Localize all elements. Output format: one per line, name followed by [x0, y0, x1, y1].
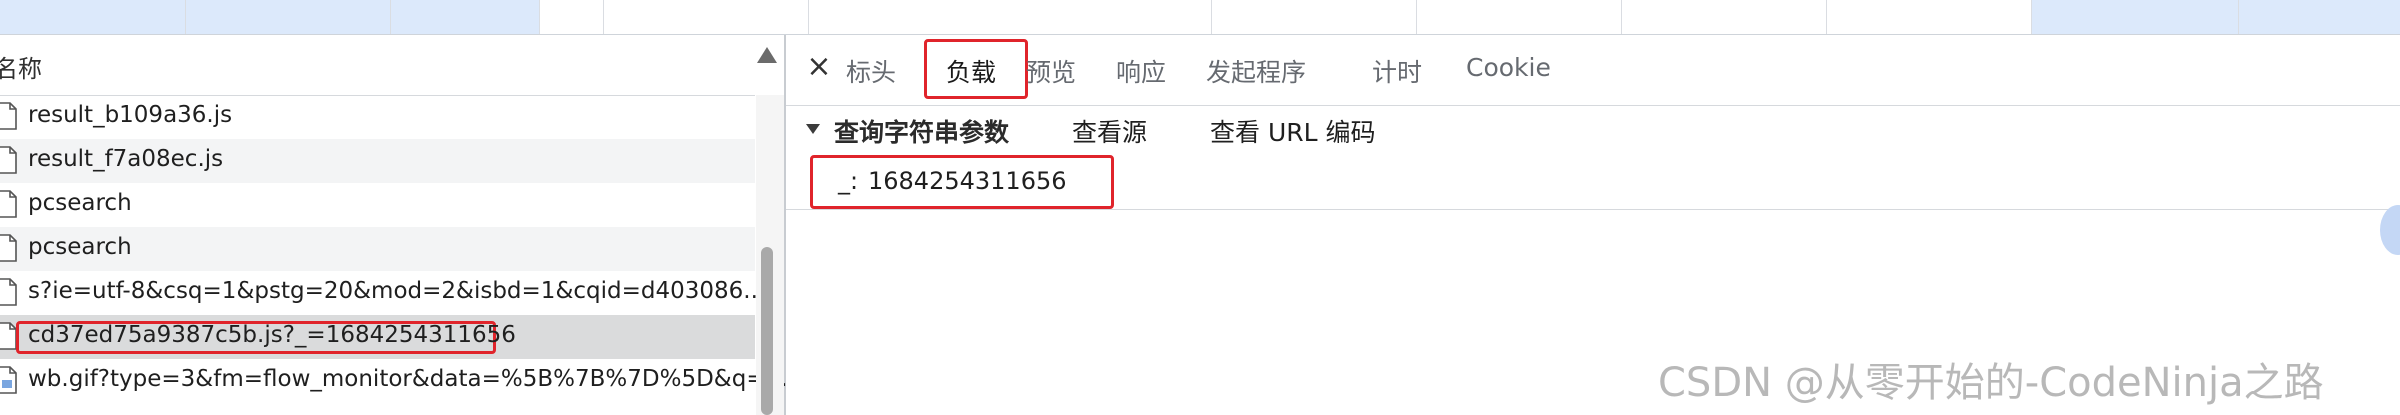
- list-scrollbar-thumb[interactable]: [761, 247, 773, 415]
- list-column-header[interactable]: 名称: [0, 35, 755, 96]
- tab-preview[interactable]: 预览: [1026, 53, 1076, 89]
- query-param-row: _: 1684254311656: [786, 153, 2400, 210]
- table-row[interactable]: result_b109a36.js: [0, 95, 755, 139]
- details-tab-bar: × 标头 负载 预览 响应 发起程序 计时 Cookie: [786, 35, 2400, 106]
- tab-headers[interactable]: 标头: [846, 53, 896, 89]
- file-icon: [0, 278, 17, 306]
- timeline-segment: [540, 0, 604, 34]
- table-row[interactable]: pcsearch: [0, 227, 755, 271]
- query-params-title: 查询字符串参数: [834, 118, 1010, 147]
- query-params-header[interactable]: 查询字符串参数 查看源 查看 URL 编码: [786, 105, 2400, 151]
- tab-timing[interactable]: 计时: [1372, 53, 1422, 89]
- timeline-segment: [809, 0, 1212, 34]
- tab-response[interactable]: 响应: [1116, 53, 1166, 89]
- tab-initiator[interactable]: 发起程序: [1206, 53, 1306, 89]
- table-row[interactable]: pcsearch: [0, 183, 755, 227]
- network-timeline[interactable]: [0, 0, 2400, 35]
- timeline-segment: [0, 0, 186, 34]
- request-list-panel: 名称 result_b109a36.js result_f7a08ec.js p…: [0, 35, 788, 415]
- request-name: result_b109a36.js: [28, 102, 233, 128]
- table-row[interactable]: result_f7a08ec.js: [0, 139, 755, 183]
- timeline-segment: [1622, 0, 1827, 34]
- timeline-segment: [186, 0, 391, 34]
- watermark: CSDN @从零开始的-CodeNinja之路: [1658, 360, 2324, 406]
- request-name: result_f7a08ec.js: [28, 146, 224, 172]
- timeline-segment: [604, 0, 809, 34]
- table-row[interactable]: wb.gif?type=3&fm=flow_monitor&data=%5B%7…: [0, 359, 788, 403]
- tab-cookies[interactable]: Cookie: [1466, 53, 1551, 82]
- file-icon: [0, 190, 17, 218]
- request-name: wb.gif?type=3&fm=flow_monitor&data=%5B%7…: [28, 366, 788, 392]
- param-value: 1684254311656: [868, 167, 1067, 195]
- caret-down-icon[interactable]: [806, 124, 820, 134]
- name-column-header[interactable]: 名称: [0, 49, 42, 84]
- timeline-segment: [2239, 0, 2400, 34]
- timeline-segment: [1417, 0, 1622, 34]
- close-icon[interactable]: ×: [804, 52, 834, 82]
- file-icon: [0, 146, 17, 174]
- timeline-segment: [2032, 0, 2239, 34]
- timeline-segment: [1212, 0, 1417, 34]
- request-rows: result_b109a36.js result_f7a08ec.js pcse…: [0, 95, 788, 403]
- table-row[interactable]: s?ie=utf-8&csq=1&pstg=20&mod=2&isbd=1&cq…: [0, 271, 780, 315]
- view-url-encoded-link[interactable]: 查看 URL 编码: [1210, 113, 1376, 149]
- view-source-link[interactable]: 查看源: [1072, 113, 1147, 149]
- file-icon: [0, 234, 17, 262]
- timeline-segment: [391, 0, 540, 34]
- timeline-segment: [1827, 0, 2032, 34]
- request-name: cd37ed75a9387c5b.js?_=1684254311656: [28, 322, 516, 348]
- floating-button-edge[interactable]: [2380, 205, 2400, 255]
- sort-up-icon[interactable]: [757, 47, 777, 63]
- request-name: pcsearch: [28, 234, 132, 260]
- request-name: pcsearch: [28, 190, 132, 216]
- request-name: s?ie=utf-8&csq=1&pstg=20&mod=2&isbd=1&cq…: [28, 278, 780, 304]
- table-row-selected[interactable]: cd37ed75a9387c5b.js?_=1684254311656: [0, 315, 755, 359]
- image-file-icon: [0, 366, 17, 394]
- param-key: _:: [838, 167, 859, 195]
- tab-payload[interactable]: 负载: [946, 53, 996, 89]
- file-icon: [0, 102, 17, 130]
